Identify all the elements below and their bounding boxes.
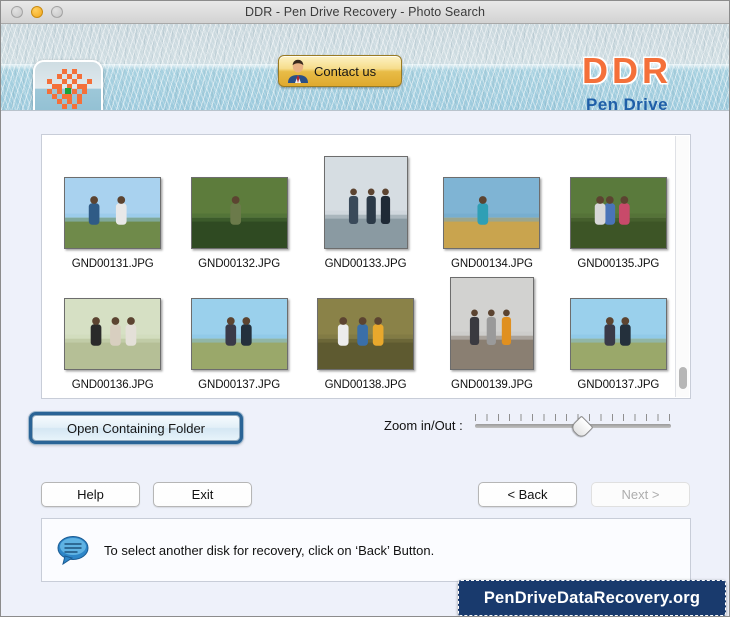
traffic-lights: [11, 1, 63, 23]
thumbnail-image: [444, 178, 540, 248]
app-icon-button[interactable]: [33, 60, 103, 110]
thumbnail-filename: GND00137.JPG: [198, 379, 281, 391]
scrollbar-thumb[interactable]: [679, 367, 687, 389]
contact-us-button[interactable]: Contact us: [278, 55, 402, 87]
thumbnail-preview[interactable]: [569, 177, 667, 249]
thumbnail-filename: GND00131.JPG: [71, 258, 154, 270]
thumbnail-frame: [569, 149, 667, 249]
thumbnail-preview[interactable]: [190, 298, 288, 370]
exit-button[interactable]: Exit: [153, 482, 252, 507]
person-avatar-icon: [288, 59, 308, 83]
thumbnail-item[interactable]: GND00132.JPG: [183, 149, 294, 270]
thumbnail-item[interactable]: GND00131.JPG: [57, 149, 168, 270]
zoom-control: Zoom in/Out :: [384, 414, 671, 440]
thumbnail-filename: GND00138.JPG: [324, 379, 407, 391]
thumbnail-frame: [190, 270, 288, 370]
zoom-slider[interactable]: [474, 414, 671, 440]
thumbnail-preview[interactable]: [64, 298, 162, 370]
thumbnail-item[interactable]: GND00139.JPG: [436, 270, 547, 391]
thumbnail-image: [570, 299, 666, 369]
watermark-badge: PenDriveDataRecovery.org: [458, 580, 726, 616]
thumbnail-image: [570, 178, 666, 248]
open-containing-folder-label: Open Containing Folder: [32, 415, 240, 441]
thumbnail-frame: [443, 149, 541, 249]
thumbnail-preview[interactable]: [449, 277, 534, 370]
status-bar: To select another disk for recovery, cli…: [41, 518, 691, 582]
thumbnail-frame: [449, 270, 534, 370]
title-bar: DDR - Pen Drive Recovery - Photo Search: [1, 1, 729, 24]
thumbnail-image: [65, 299, 161, 369]
back-button[interactable]: < Back: [478, 482, 577, 507]
thumbnail-preview[interactable]: [443, 177, 541, 249]
app-window: DDR - Pen Drive Recovery - Photo Search: [0, 0, 730, 617]
thumbnail-item[interactable]: GND00134.JPG: [436, 149, 547, 270]
speech-bubble-icon: [57, 536, 89, 565]
thumbnail-image: [191, 178, 287, 248]
thumbnail-item[interactable]: GND00135.JPG: [563, 149, 674, 270]
thumbnail-filename: GND00132.JPG: [198, 258, 281, 270]
thumbnail-preview[interactable]: [64, 177, 162, 249]
thumbnail-filename: GND00136.JPG: [71, 379, 154, 391]
thumbnail-preview[interactable]: [569, 298, 667, 370]
vertical-scrollbar[interactable]: [675, 136, 689, 397]
thumbnail-panel: GND00131.JPG GND00132.JPG GND00133.JPG GND0…: [41, 134, 691, 399]
thumbnail-preview[interactable]: [190, 177, 288, 249]
thumbnail-item[interactable]: GND00136.JPG: [57, 270, 168, 391]
help-button[interactable]: Help: [41, 482, 140, 507]
thumbnail-filename: GND00135.JPG: [577, 258, 660, 270]
thumbnail-item[interactable]: GND00138.JPG: [310, 270, 421, 391]
thumbnail-image: [450, 278, 533, 369]
brand-logo: DDR Pen Drive: [547, 52, 707, 111]
thumbnail-preview[interactable]: [323, 156, 408, 249]
thumbnail-filename: GND00134.JPG: [450, 258, 533, 270]
thumbnail-item[interactable]: GND00133.JPG: [310, 149, 421, 270]
thumbnail-item[interactable]: GND00137.JPG: [183, 270, 294, 391]
next-button: Next >: [591, 482, 690, 507]
thumbnail-row: GND00131.JPG GND00132.JPG GND00133.JPG GND0…: [42, 149, 674, 270]
slider-ticks: [474, 414, 671, 421]
open-containing-folder-button[interactable]: Open Containing Folder: [29, 412, 243, 444]
thumbnail-frame: [323, 149, 408, 249]
watermark-text: PenDriveDataRecovery.org: [483, 588, 701, 607]
status-message: To select another disk for recovery, cli…: [104, 542, 435, 558]
header-banner: Contact us DDR Pen Drive: [1, 24, 729, 111]
thumbnail-frame: [64, 270, 162, 370]
content-area: GND00131.JPG GND00132.JPG GND00133.JPG GND0…: [1, 111, 729, 616]
brand-primary: DDR: [582, 50, 672, 91]
thumbnail-row: GND00136.JPG GND00137.JPG GND00138.JPG GND0…: [42, 270, 674, 391]
contact-us-label: Contact us: [314, 63, 377, 79]
app-icon-inner: [38, 65, 98, 110]
window-title: DDR - Pen Drive Recovery - Photo Search: [244, 5, 486, 19]
close-button[interactable]: [11, 6, 23, 18]
thumbnail-frame: [569, 270, 667, 370]
thumbnail-item[interactable]: GND00137.JPG: [563, 270, 674, 391]
thumbnail-image: [324, 157, 407, 248]
thumbnail-frame: [190, 149, 288, 249]
ddr-logo-icon: [47, 69, 92, 109]
thumbnail-filename: GND00137.JPG: [577, 379, 660, 391]
thumbnail-image: [318, 299, 414, 369]
thumbnail-filename: GND00139.JPG: [450, 379, 533, 391]
thumbnail-filename: GND00133.JPG: [324, 258, 407, 270]
zoom-button[interactable]: [51, 6, 63, 18]
zoom-label: Zoom in/Out :: [384, 417, 463, 433]
thumbnail-image: [65, 178, 161, 248]
thumbnail-frame: [317, 270, 415, 370]
brand-secondary: Pen Drive: [585, 95, 669, 111]
thumbnail-preview[interactable]: [317, 298, 415, 370]
thumbnail-image: [191, 299, 287, 369]
thumbnail-grid: GND00131.JPG GND00132.JPG GND00133.JPG GND0…: [42, 135, 674, 398]
thumbnail-frame: [64, 149, 162, 249]
minimize-button[interactable]: [31, 6, 43, 18]
